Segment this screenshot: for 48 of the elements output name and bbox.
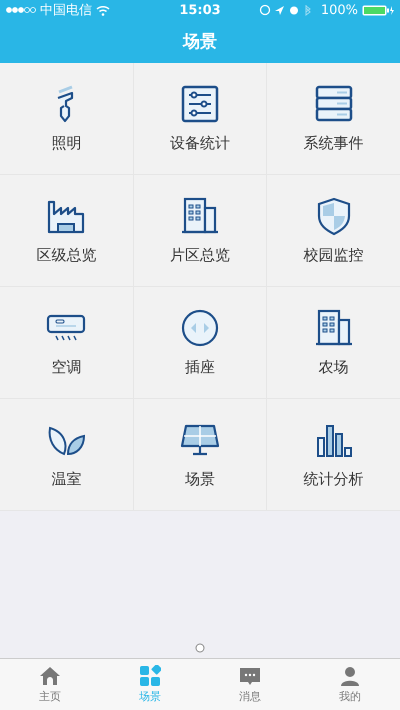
tile-label: 农场 [318,358,349,377]
tile-label: 设备统计 [170,134,230,153]
scene-tile[interactable]: 照明 [0,63,133,174]
server-icon [314,84,354,124]
home-icon [39,665,61,687]
tile-label: 统计分析 [304,470,364,489]
tile-label: 照明 [51,134,82,153]
clock-time: 15:03 [179,2,221,18]
carrier-name: 中国电信 [40,2,92,19]
scene-tile[interactable]: 校园监控 [267,175,400,286]
grid-icon [139,665,161,687]
scene-tile[interactable]: 统计分析 [267,399,400,510]
scene-tile[interactable]: 温室 [0,399,133,510]
tile-label: 插座 [184,358,215,377]
sliders-icon [180,84,220,124]
scene-tile[interactable]: 区级总览 [0,175,133,286]
tile-label: 场景 [184,470,215,489]
socket-icon [180,308,220,348]
user-icon [339,665,361,687]
tab-item[interactable]: 我的 [300,659,400,710]
tile-label: 片区总览 [170,246,230,265]
wifi-icon [96,4,110,16]
tile-label: 区级总览 [36,246,96,265]
building-icon [314,308,354,348]
tab-item[interactable]: 主页 [0,659,100,710]
scene-tile[interactable]: 设备统计 [134,63,266,174]
tab-item[interactable]: 消息 [200,659,300,710]
tab-label: 主页 [39,689,61,704]
page-title: 场景 [183,31,217,53]
scene-tile[interactable]: 系统事件 [267,63,400,174]
battery-percent: 100% [320,2,358,18]
page-indicator [195,643,205,653]
scene-tile[interactable]: 片区总览 [134,175,266,286]
tab-label: 我的 [339,689,361,704]
tab-label: 消息 [239,689,261,704]
scene-tile[interactable]: 空调 [0,287,133,398]
tile-label: 校园监控 [304,246,364,265]
battery-icon [362,4,394,16]
chat-icon [239,665,261,687]
tab-label: 场景 [139,689,161,704]
signal-icon [6,6,36,14]
tile-label: 温室 [51,470,82,489]
tile-label: 空调 [51,358,82,377]
scene-tile[interactable]: 农场 [267,287,400,398]
building-icon [180,196,220,236]
tile-label: 系统事件 [304,134,364,153]
scene-tile[interactable]: 场景 [134,399,266,510]
scene-tile[interactable]: 插座 [134,287,266,398]
